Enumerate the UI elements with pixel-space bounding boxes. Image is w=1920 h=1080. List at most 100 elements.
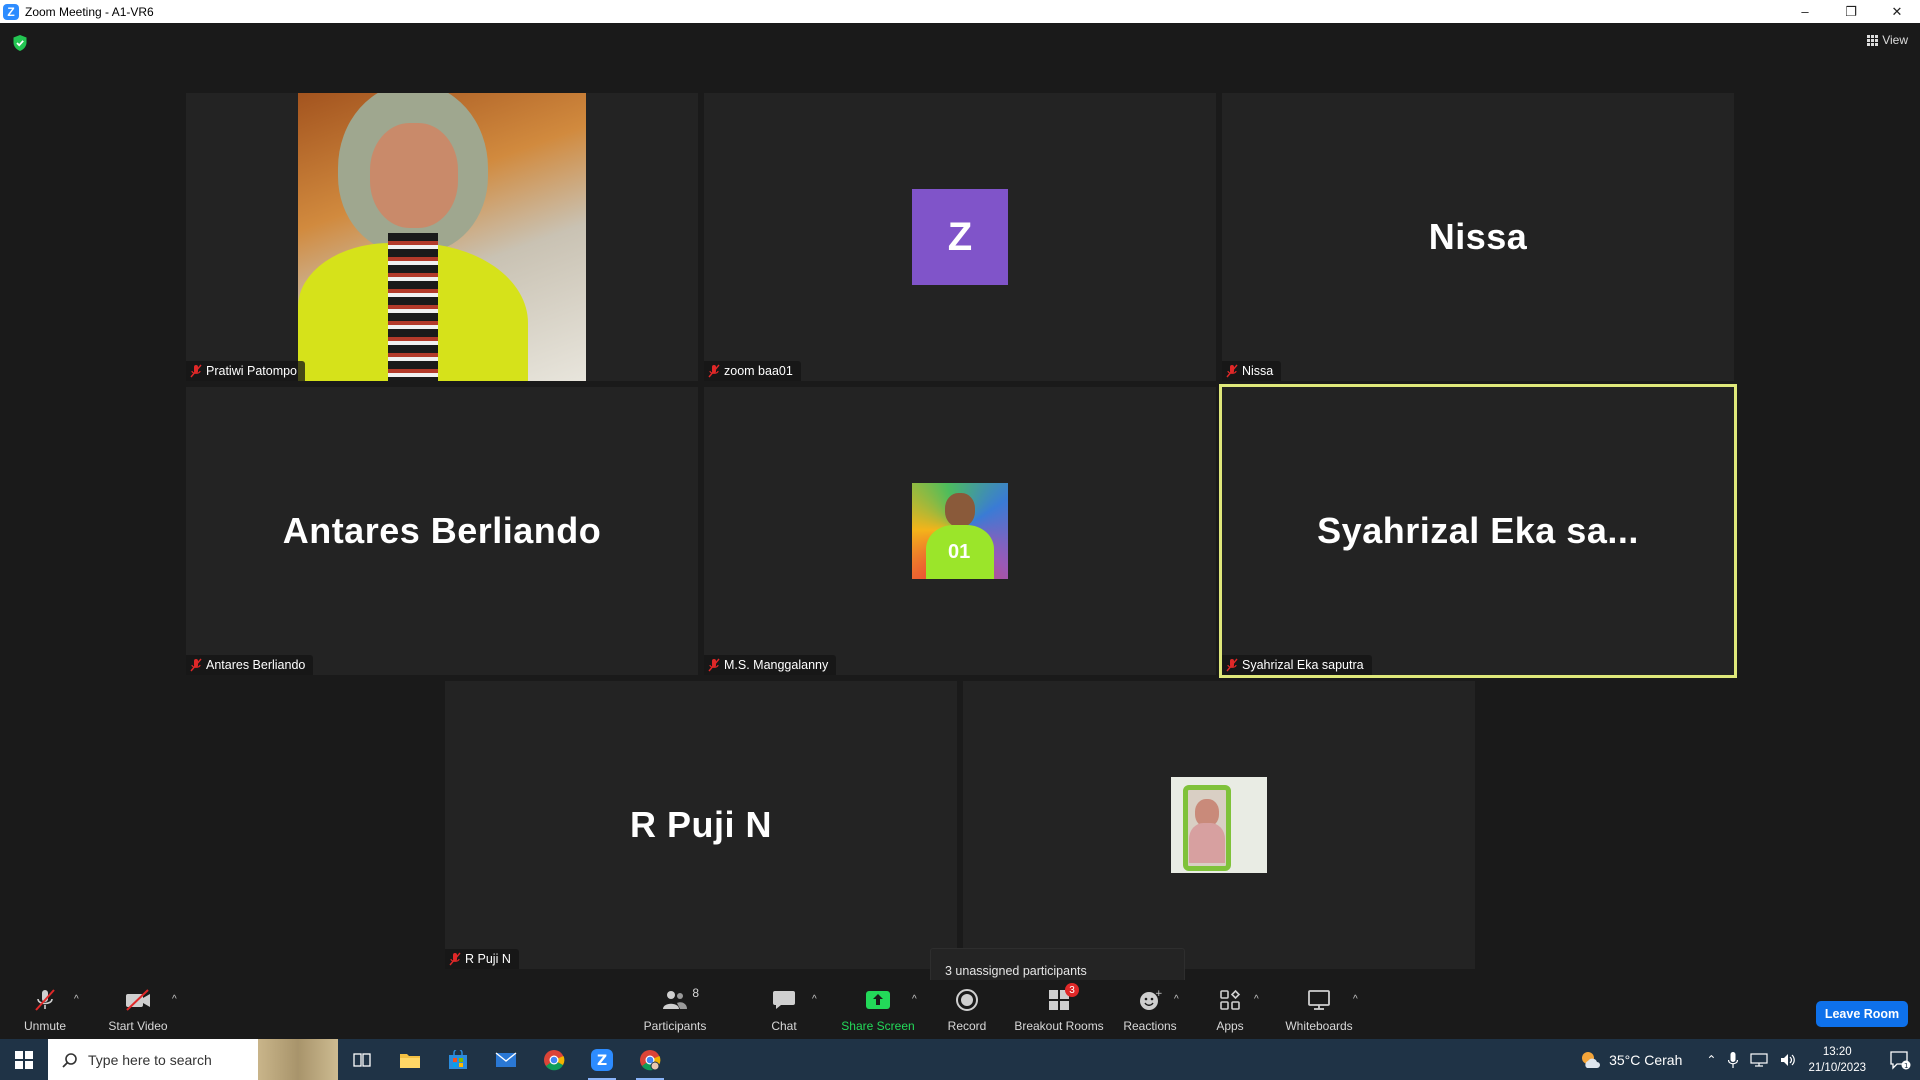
view-button[interactable]: View bbox=[1867, 33, 1908, 47]
participant-name-label: Nissa bbox=[1222, 361, 1282, 381]
record-icon bbox=[953, 986, 981, 1014]
avatar-photo: 01 bbox=[912, 483, 1008, 579]
participant-tile[interactable]: Antares Berliando Antares Berliando bbox=[186, 387, 698, 675]
video-options-caret[interactable]: ^ bbox=[172, 994, 177, 1005]
zoom-taskbar-button[interactable]: Z bbox=[578, 1039, 626, 1080]
taskbar-search-box[interactable]: Type here to search bbox=[48, 1039, 338, 1080]
whiteboards-options-caret[interactable]: ^ bbox=[1353, 994, 1358, 1005]
zoom-icon: Z bbox=[591, 1048, 613, 1071]
muted-mic-icon bbox=[1226, 364, 1238, 378]
task-view-icon bbox=[353, 1052, 371, 1067]
muted-mic-icon bbox=[190, 364, 202, 378]
reactions-button[interactable]: + Reactions bbox=[1122, 980, 1178, 1039]
share-screen-button[interactable]: Share Screen bbox=[838, 980, 918, 1039]
store-icon bbox=[449, 1049, 467, 1069]
apps-icon bbox=[1216, 986, 1244, 1014]
notification-center-button[interactable]: 1 bbox=[1880, 1050, 1920, 1070]
participants-button[interactable]: 8 Participants bbox=[635, 980, 715, 1039]
participant-display-name: R Puji N bbox=[629, 804, 772, 845]
chat-button[interactable]: Chat bbox=[764, 980, 804, 1039]
audio-options-caret[interactable]: ^ bbox=[74, 994, 79, 1005]
folder-icon bbox=[400, 1053, 420, 1068]
participant-name-label: R Puji N bbox=[445, 949, 519, 969]
clock-time: 13:20 bbox=[1822, 1045, 1852, 1058]
window-titlebar: Z Zoom Meeting - A1-VR6 – ❐ ✕ bbox=[0, 0, 1920, 23]
participant-tile[interactable]: Z zoom baa01 bbox=[704, 93, 1216, 381]
show-hidden-icons-chevron-icon[interactable]: ⌃ bbox=[1706, 1053, 1716, 1067]
avatar-letter: Z bbox=[912, 189, 1008, 285]
system-tray: 35°C Cerah ⌃ 13:20 21/10/2023 1 bbox=[1579, 1039, 1920, 1080]
participant-display-name: Antares Berliando bbox=[282, 510, 602, 551]
reactions-options-caret[interactable]: ^ bbox=[1174, 994, 1179, 1005]
participants-icon: 8 bbox=[661, 986, 699, 1014]
clock-date: 21/10/2023 bbox=[1808, 1061, 1866, 1074]
meeting-toolbar: Unmute ^ Start Video ^ 8 Participants Ch… bbox=[0, 980, 1920, 1039]
chat-options-caret[interactable]: ^ bbox=[812, 994, 817, 1005]
participant-tile[interactable] bbox=[963, 681, 1475, 969]
windows-taskbar: Type here to search Z 35°C Cerah ⌃ 13:20 bbox=[0, 1039, 1920, 1080]
participant-video bbox=[298, 93, 586, 381]
file-explorer-button[interactable] bbox=[386, 1039, 434, 1080]
task-view-button[interactable] bbox=[338, 1039, 386, 1080]
muted-mic-icon bbox=[190, 658, 202, 672]
participant-tile[interactable]: Pratiwi Patompo bbox=[186, 93, 698, 381]
participant-name-label: zoom baa01 bbox=[704, 361, 801, 381]
search-icon bbox=[62, 1052, 77, 1068]
grid-view-icon bbox=[1867, 34, 1879, 46]
muted-mic-icon bbox=[449, 952, 461, 966]
breakout-badge: 3 bbox=[1065, 983, 1079, 997]
microphone-icon[interactable] bbox=[1728, 1051, 1739, 1068]
notification-icon: 1 bbox=[1890, 1050, 1911, 1070]
weather-partly-cloudy-icon bbox=[1582, 1051, 1601, 1068]
participant-name-label: M.S. Manggalanny bbox=[704, 655, 837, 675]
chrome-profile-button[interactable] bbox=[626, 1039, 674, 1080]
reactions-icon: + bbox=[1136, 986, 1164, 1014]
window-controls: – ❐ ✕ bbox=[1782, 0, 1920, 23]
participant-display-name: Syahrizal Eka sa... bbox=[1317, 510, 1639, 551]
start-video-button[interactable]: Start Video bbox=[104, 980, 172, 1039]
volume-icon[interactable] bbox=[1780, 1053, 1796, 1067]
weather-widget[interactable]: 35°C Cerah bbox=[1579, 1050, 1682, 1070]
restore-button[interactable]: ❐ bbox=[1828, 0, 1874, 23]
close-button[interactable]: ✕ bbox=[1874, 0, 1920, 23]
muted-mic-icon bbox=[31, 986, 59, 1014]
apps-button[interactable]: Apps bbox=[1214, 980, 1246, 1039]
windows-logo-icon bbox=[15, 1050, 33, 1069]
participant-name-label: Antares Berliando bbox=[186, 655, 314, 675]
participant-name-label: Syahrizal Eka saputra bbox=[1222, 655, 1372, 675]
tray-icons: ⌃ bbox=[1706, 1051, 1796, 1068]
record-button[interactable]: Record bbox=[944, 980, 990, 1039]
svg-text:+: + bbox=[1155, 989, 1162, 999]
security-shield-icon[interactable] bbox=[12, 34, 28, 52]
minimize-button[interactable]: – bbox=[1782, 0, 1828, 23]
search-placeholder: Type here to search bbox=[88, 1051, 212, 1068]
muted-mic-icon bbox=[708, 364, 720, 378]
chrome-button[interactable] bbox=[530, 1039, 578, 1080]
muted-mic-icon bbox=[1226, 658, 1238, 672]
participant-tile[interactable]: 01 M.S. Manggalanny bbox=[704, 387, 1216, 675]
participants-count: 8 bbox=[692, 986, 699, 1000]
microsoft-store-button[interactable] bbox=[434, 1039, 482, 1080]
share-screen-icon bbox=[864, 986, 892, 1014]
participant-tile[interactable]: Nissa Nissa bbox=[1222, 93, 1734, 381]
share-options-caret[interactable]: ^ bbox=[912, 994, 917, 1005]
search-highlight-image bbox=[258, 1039, 338, 1080]
apps-options-caret[interactable]: ^ bbox=[1254, 994, 1259, 1005]
leave-room-button[interactable]: Leave Room bbox=[1816, 1001, 1908, 1027]
mail-icon bbox=[495, 1051, 517, 1067]
svg-text:Z: Z bbox=[597, 1053, 607, 1069]
active-speaker-tile[interactable]: Syahrizal Eka sa... Syahrizal Eka saputr… bbox=[1219, 384, 1737, 678]
meeting-area: View Pratiwi Patompo Z zoom baa01 Nissa … bbox=[0, 23, 1920, 999]
network-icon[interactable] bbox=[1750, 1052, 1769, 1067]
whiteboards-button[interactable]: Whiteboards bbox=[1282, 980, 1356, 1039]
unmute-button[interactable]: Unmute bbox=[20, 980, 70, 1039]
taskbar-clock[interactable]: 13:20 21/10/2023 bbox=[1808, 1044, 1866, 1076]
windows-start-button[interactable] bbox=[0, 1039, 48, 1080]
video-off-icon bbox=[124, 986, 152, 1014]
participant-tile[interactable]: R Puji N R Puji N bbox=[445, 681, 957, 969]
breakout-rooms-button[interactable]: 3 Breakout Rooms bbox=[1012, 980, 1106, 1039]
window-title: Zoom Meeting - A1-VR6 bbox=[25, 4, 154, 19]
avatar-photo bbox=[1171, 777, 1267, 873]
mail-button[interactable] bbox=[482, 1039, 530, 1080]
chat-icon bbox=[770, 986, 798, 1014]
